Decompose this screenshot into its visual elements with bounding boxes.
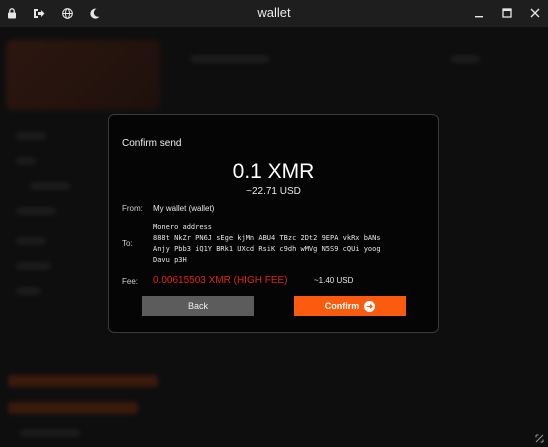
- fee-amount-usd: ~1.40 USD: [314, 276, 354, 285]
- title-bar: wallet: [0, 0, 548, 27]
- to-label: To:: [122, 239, 133, 248]
- dialog-title: Confirm send: [122, 138, 182, 149]
- back-button[interactable]: Back: [142, 296, 254, 316]
- destination-address: Monero address 888t NkZr PN6J sEge kjMn …: [153, 222, 423, 266]
- confirm-button-label: Confirm: [324, 301, 360, 311]
- send-amount: 0.1 XMR: [232, 160, 315, 183]
- address-line: Davu p3H: [153, 256, 187, 264]
- send-amount-usd: ~22.71 USD: [246, 186, 301, 197]
- address-line: 888t NkZr PN6J sEge kjMn ABU4 TBzc 2Dt2 …: [153, 234, 381, 242]
- from-value: My wallet (wallet): [153, 204, 215, 213]
- fee-amount-warning: 0.00615503 XMR (HIGH FEE): [153, 275, 288, 286]
- arrow-right-icon: ➜: [364, 300, 376, 312]
- fee-label: Fee:: [122, 277, 139, 286]
- minimize-icon[interactable]: [472, 6, 486, 20]
- address-line: Anjy Pbb3 iQ1Y BRk1 UXcd RsiK c9dh wMVg …: [153, 245, 381, 253]
- maximize-icon[interactable]: [500, 6, 514, 20]
- from-label: From:: [122, 204, 143, 213]
- confirm-button[interactable]: Confirm ➜: [294, 296, 406, 316]
- resize-handle-icon[interactable]: [535, 434, 544, 443]
- confirm-send-dialog: Confirm send 0.1 XMR ~22.71 USD From: My…: [108, 114, 439, 333]
- window-title: wallet: [257, 5, 291, 20]
- address-title: Monero address: [153, 223, 213, 231]
- close-icon[interactable]: [528, 6, 542, 20]
